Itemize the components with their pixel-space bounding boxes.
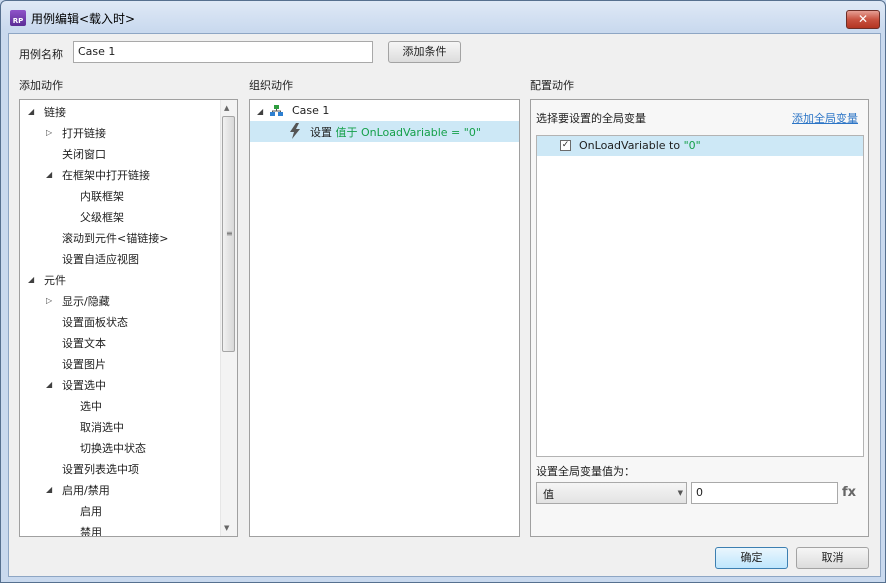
- value-type-selected: 值: [543, 488, 554, 501]
- window-title: 用例编辑<载入时>: [31, 12, 136, 26]
- configure-actions-heading: 配置动作: [530, 79, 574, 92]
- scroll-down-arrow-icon[interactable]: ▼: [224, 524, 229, 532]
- actions-tree-panel[interactable]: ◢ 链接 ▷ 打开链接关闭窗口 ◢ 在框架中打开链接内联框架父级框架滚动到元件<锚链接> 设…: [19, 99, 238, 537]
- tree-expander-icon[interactable]: ◢: [46, 485, 52, 494]
- app-icon-text: RP: [12, 17, 24, 25]
- set-value-label: 设置全局变量值为：: [536, 465, 635, 478]
- variable-name: OnLoadVariable to: [579, 139, 681, 152]
- ok-button[interactable]: 确定: [715, 547, 788, 569]
- tree-expander-icon[interactable]: ▷: [46, 296, 52, 305]
- tree-item[interactable]: 在框架中打开链接: [62, 167, 150, 183]
- chevron-down-icon: ▼: [677, 489, 683, 497]
- organize-actions-panel[interactable]: ◢ Case 1 设置 值于 OnLoadVariable = "0": [249, 99, 520, 537]
- configure-actions-panel: 选择要设置的全局变量 添加全局变量 ✓ OnLoadVariable to "0…: [530, 99, 869, 537]
- actions-tree-scrollbar[interactable]: ▲ ≡ ▼: [220, 100, 237, 536]
- case-name-label: 用例名称: [19, 48, 63, 61]
- tree-item[interactable]: 设置列表选中项: [62, 461, 139, 477]
- tree-item[interactable]: 启用: [80, 503, 102, 519]
- case-icon: [270, 105, 283, 116]
- organize-actions-heading: 组织动作: [249, 79, 293, 92]
- tree-expander-icon[interactable]: ◢: [28, 107, 34, 116]
- tree-item[interactable]: 显示/隐藏: [62, 293, 110, 309]
- tree-item[interactable]: 滚动到元件<锚链接>: [62, 230, 168, 246]
- tree-item[interactable]: 设置选中: [62, 377, 106, 393]
- scroll-up-arrow-icon[interactable]: ▲: [224, 104, 229, 112]
- tree-item[interactable]: 元件: [44, 272, 66, 288]
- tree-expander-icon[interactable]: ◢: [28, 275, 34, 284]
- tree-item[interactable]: 启用/禁用: [62, 482, 110, 498]
- action-detail: 值于 OnLoadVariable = "0": [335, 126, 481, 139]
- case-expander-icon[interactable]: ◢: [257, 107, 263, 116]
- add-global-variable-link[interactable]: 添加全局变量: [792, 110, 858, 126]
- tree-item[interactable]: 父级框架: [80, 209, 124, 225]
- variable-checkbox[interactable]: ✓: [560, 140, 571, 151]
- tree-item[interactable]: 打开链接: [62, 125, 106, 141]
- cancel-button[interactable]: 取消: [796, 547, 869, 569]
- axure-app-icon: RP: [10, 10, 26, 26]
- case-name-input[interactable]: Case 1: [73, 41, 373, 63]
- global-variable-list[interactable]: ✓ OnLoadVariable to "0": [536, 135, 864, 457]
- add-actions-heading: 添加动作: [19, 79, 63, 92]
- tree-item[interactable]: 链接: [44, 104, 66, 120]
- value-type-select[interactable]: 值 ▼: [536, 482, 687, 504]
- tree-item[interactable]: 关闭窗口: [62, 146, 106, 162]
- grip-icon: ≡: [226, 229, 233, 238]
- action-prefix: 设置: [310, 126, 332, 139]
- fx-button[interactable]: fx: [842, 485, 856, 500]
- variable-value: "0": [683, 139, 701, 152]
- selected-action-row[interactable]: 设置 值于 OnLoadVariable = "0": [250, 121, 519, 142]
- tree-item[interactable]: 内联框架: [80, 188, 124, 204]
- tree-item[interactable]: 切换选中状态: [80, 440, 146, 456]
- tree-item[interactable]: 取消选中: [80, 419, 124, 435]
- variable-item-text: OnLoadVariable to "0": [579, 139, 701, 152]
- dialog-window: RP 用例编辑<载入时> ✕ 用例名称 Case 1 添加条件 添加动作 组织动…: [0, 0, 886, 583]
- add-condition-button[interactable]: 添加条件: [388, 41, 461, 63]
- variable-list-item[interactable]: ✓ OnLoadVariable to "0": [537, 136, 863, 156]
- check-mark-icon: ✓: [561, 140, 570, 150]
- tree-expander-icon[interactable]: ▷: [46, 128, 52, 137]
- tree-item[interactable]: 设置面板状态: [62, 314, 128, 330]
- action-text: 设置 值于 OnLoadVariable = "0": [310, 124, 481, 140]
- tree-item[interactable]: 设置图片: [62, 356, 106, 372]
- close-icon: ✕: [857, 12, 869, 26]
- tree-item[interactable]: 禁用: [80, 524, 102, 536]
- tree-expander-icon[interactable]: ◢: [46, 170, 52, 179]
- title-bar[interactable]: RP 用例编辑<载入时> ✕: [1, 1, 885, 35]
- tree-expander-icon[interactable]: ◢: [46, 380, 52, 389]
- tree-item[interactable]: 设置文本: [62, 335, 106, 351]
- close-button[interactable]: ✕: [846, 10, 880, 29]
- tree-item[interactable]: 设置自适应视图: [62, 251, 139, 267]
- lightning-icon: [289, 123, 301, 139]
- dialog-body: 用例名称 Case 1 添加条件 添加动作 组织动作 配置动作 ◢ 链接 ▷ 打开链接…: [8, 33, 881, 577]
- choose-variable-label: 选择要设置的全局变量: [536, 112, 646, 125]
- case-label[interactable]: Case 1: [292, 104, 329, 117]
- value-input[interactable]: 0: [691, 482, 838, 504]
- tree-item[interactable]: 选中: [80, 398, 102, 414]
- scroll-thumb[interactable]: ≡: [222, 116, 235, 352]
